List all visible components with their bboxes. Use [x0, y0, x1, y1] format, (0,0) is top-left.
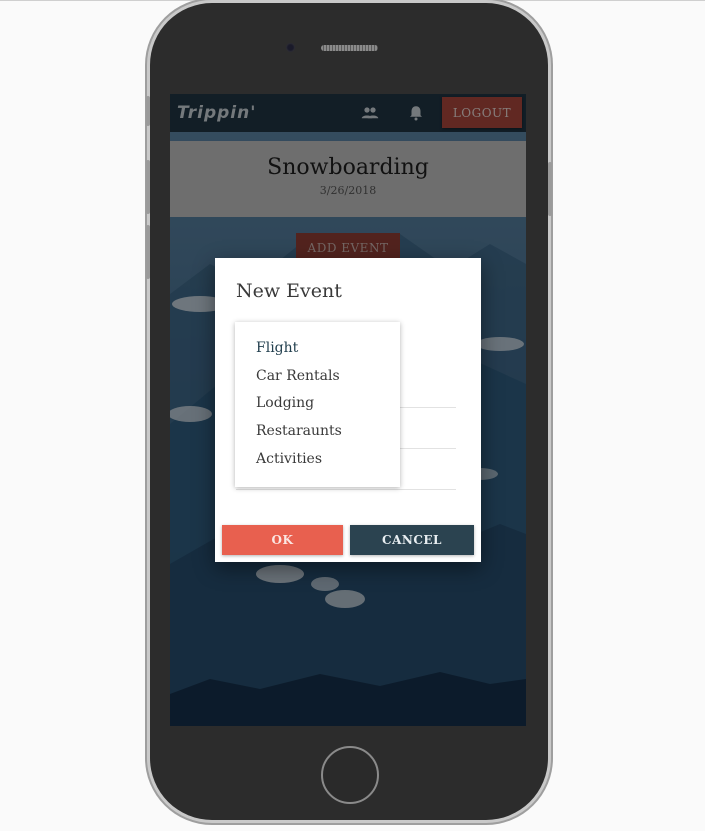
front-camera [286, 43, 295, 52]
cancel-button[interactable]: CANCEL [350, 525, 474, 555]
menu-item-activities[interactable]: Activities [256, 451, 322, 467]
page-top-border [0, 0, 705, 1]
event-type-dropdown-menu: Flight Car Rentals Lodging Restaraunts A… [235, 322, 400, 487]
phone-mute-switch [146, 96, 150, 126]
home-button[interactable] [321, 746, 379, 804]
phone-volume-up-button [146, 160, 150, 214]
earpiece-speaker [321, 45, 378, 51]
form-field-underline [236, 489, 456, 490]
phone-power-button [548, 162, 552, 216]
new-event-dialog: New Event Flight Car Rentals Lodging Res… [215, 258, 481, 562]
menu-item-lodging[interactable]: Lodging [256, 395, 314, 411]
menu-item-car-rentals[interactable]: Car Rentals [256, 368, 340, 384]
dialog-title: New Event [236, 280, 342, 302]
menu-item-flight[interactable]: Flight [256, 340, 298, 356]
menu-item-restaurants[interactable]: Restaraunts [256, 423, 342, 439]
phone-volume-down-button [146, 225, 150, 279]
ok-button[interactable]: OK [222, 525, 343, 555]
